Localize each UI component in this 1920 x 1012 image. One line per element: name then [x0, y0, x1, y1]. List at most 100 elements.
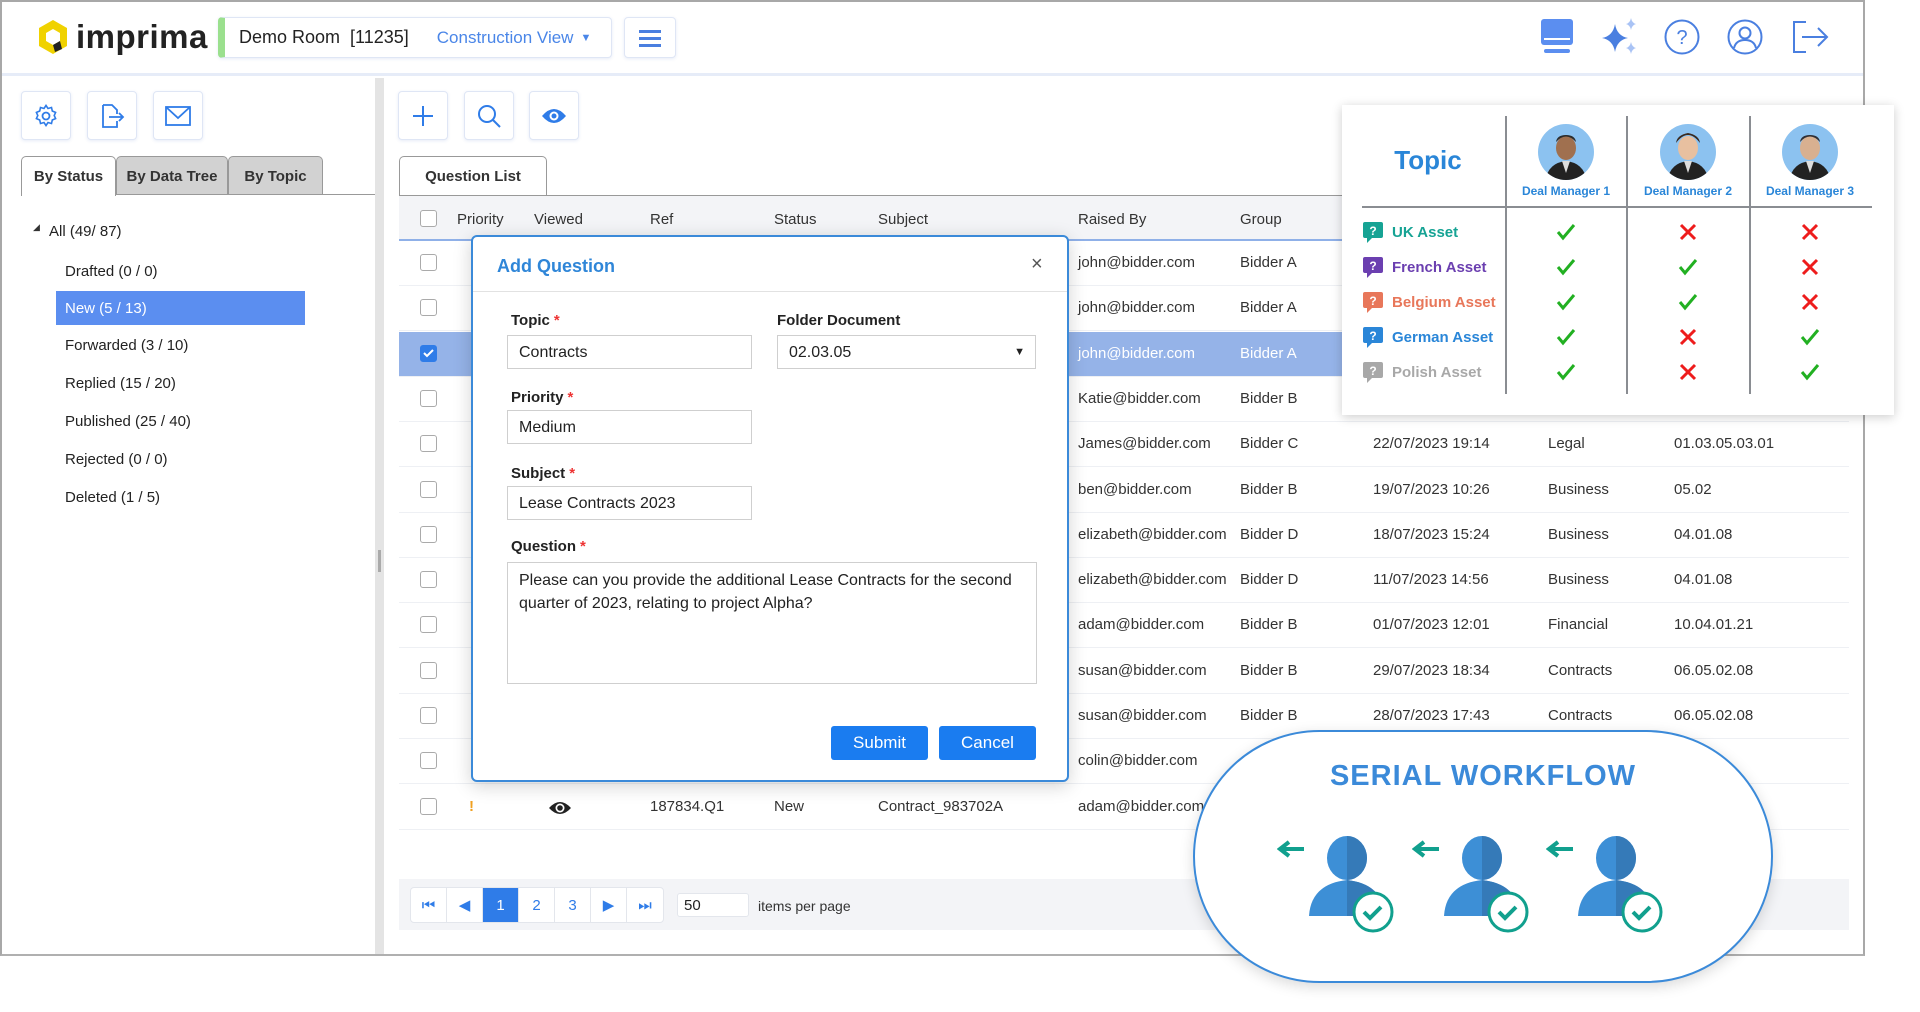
row-checkbox[interactable]: [420, 616, 437, 634]
room-selector[interactable]: Demo Room [11235] Construction View ▼: [218, 17, 612, 58]
settings-button[interactable]: [21, 91, 71, 140]
panel-splitter[interactable]: [375, 78, 384, 954]
submit-button[interactable]: Submit: [831, 726, 928, 760]
user-icon[interactable]: [1727, 19, 1763, 55]
view-selector[interactable]: Construction View: [437, 28, 574, 48]
deal-manager-avatar: [1782, 124, 1838, 180]
cell-raised-by: James@bidder.com: [1078, 435, 1211, 453]
cell-group: Bidder C: [1240, 435, 1299, 453]
cell-group: Bidder B: [1240, 616, 1298, 634]
row-checkbox[interactable]: [420, 797, 437, 815]
last-page-button[interactable]: ⏭: [627, 888, 663, 922]
cross-icon: [1674, 323, 1702, 351]
question-bubble-icon: ?: [1363, 327, 1383, 348]
row-checkbox[interactable]: [420, 299, 437, 317]
subject-input[interactable]: Lease Contracts 2023: [507, 486, 752, 520]
cell-date: 22/07/2023 19:14: [1373, 435, 1490, 453]
topic-input[interactable]: Contracts: [507, 335, 752, 369]
row-checkbox[interactable]: [420, 525, 437, 543]
row-checkbox[interactable]: [420, 480, 437, 498]
priority-input[interactable]: Medium: [507, 410, 752, 444]
tree-root-all[interactable]: All (49/ 87): [49, 214, 122, 248]
search-button[interactable]: [464, 91, 514, 140]
plus-icon: [413, 105, 433, 126]
per-page-input[interactable]: 50: [677, 893, 749, 917]
sparkle-icon[interactable]: [1600, 16, 1640, 56]
cell-group: Bidder B: [1240, 480, 1298, 498]
tree-item-new[interactable]: New (5 / 13): [65, 291, 147, 325]
view-button[interactable]: [529, 91, 579, 140]
first-page-button[interactable]: ⏮: [411, 888, 447, 922]
row-checkbox[interactable]: [420, 435, 437, 453]
tab-label: By Topic: [244, 167, 307, 185]
folder-document-label: Folder Document: [777, 312, 901, 329]
tree-item-drafted[interactable]: Drafted (0 / 0): [65, 254, 158, 288]
tree-item-published[interactable]: Published (25 / 40): [65, 404, 191, 438]
topic-label: Topic *: [511, 312, 560, 329]
tree-item-forwarded[interactable]: Forwarded (3 / 10): [65, 328, 188, 362]
monitor-icon[interactable]: [1540, 18, 1574, 56]
splitter-handle[interactable]: [378, 550, 381, 572]
person-approved-icon: [1578, 836, 1663, 933]
next-page-button[interactable]: ▶: [591, 888, 627, 922]
cell-raised-by: john@bidder.com: [1078, 254, 1195, 271]
check-icon: [1674, 253, 1702, 281]
deal-manager-avatar: [1538, 124, 1594, 180]
logout-icon[interactable]: [1792, 20, 1830, 54]
row-checkbox[interactable]: [420, 254, 437, 271]
check-icon: [1552, 358, 1580, 386]
cell-subject: Contract_983702A: [878, 797, 1004, 815]
svg-text:?: ?: [1676, 27, 1687, 49]
page-1-button[interactable]: 1: [483, 888, 519, 922]
collapse-triangle-icon[interactable]: ◢: [33, 222, 40, 233]
matrix-divider: [1626, 116, 1628, 394]
page-2-button[interactable]: 2: [519, 888, 555, 922]
column-status[interactable]: Status: [774, 211, 817, 228]
svg-text:?: ?: [1369, 329, 1376, 343]
column-ref[interactable]: Ref: [650, 211, 673, 228]
select-all-checkbox[interactable]: [420, 210, 437, 227]
row-checkbox[interactable]: [420, 571, 437, 589]
close-icon[interactable]: ×: [1031, 253, 1043, 276]
deal-manager-name: Deal Manager 1: [1521, 184, 1611, 198]
cell-date: 29/07/2023 18:34: [1373, 661, 1490, 679]
page-3-button[interactable]: 3: [555, 888, 591, 922]
svg-text:?: ?: [1369, 294, 1376, 308]
row-checkbox[interactable]: [420, 752, 437, 770]
row-checkbox[interactable]: [420, 389, 437, 407]
column-group[interactable]: Group: [1240, 211, 1282, 228]
cancel-button[interactable]: Cancel: [939, 726, 1036, 760]
export-button[interactable]: [87, 91, 137, 140]
tab-by-topic[interactable]: By Topic: [228, 156, 323, 195]
prev-page-button[interactable]: ◀: [447, 888, 483, 922]
row-checkbox[interactable]: [420, 707, 437, 724]
tree-item-rejected[interactable]: Rejected (0 / 0): [65, 442, 168, 476]
column-raised-by[interactable]: Raised By: [1078, 211, 1146, 228]
check-icon: [1552, 323, 1580, 351]
email-button[interactable]: [153, 91, 203, 140]
row-checkbox[interactable]: [420, 344, 437, 362]
column-priority[interactable]: Priority: [457, 211, 504, 228]
cell-raised-by: ben@bidder.com: [1078, 480, 1192, 498]
tab-by-status[interactable]: By Status: [21, 156, 116, 196]
room-name: Demo Room: [239, 27, 341, 47]
column-subject[interactable]: Subject: [878, 211, 928, 228]
folder-document-select[interactable]: 02.03.05 ▼: [777, 335, 1036, 369]
menu-button[interactable]: [624, 17, 676, 58]
cross-icon: [1796, 218, 1824, 246]
cell-group: Bidder D: [1240, 525, 1299, 543]
cell-date: 18/07/2023 15:24: [1373, 525, 1490, 543]
tab-question-list[interactable]: Question List: [399, 156, 547, 196]
column-viewed[interactable]: Viewed: [534, 211, 583, 228]
help-icon[interactable]: ?: [1664, 19, 1700, 55]
question-textarea[interactable]: Please can you provide the additional Le…: [507, 562, 1037, 684]
topic-row: ? German Asset: [1362, 322, 1493, 352]
tree-item-deleted[interactable]: Deleted (1 / 5): [65, 480, 160, 514]
add-question-button[interactable]: [398, 91, 448, 140]
cross-icon: [1674, 218, 1702, 246]
logo-text: imprima: [76, 18, 208, 55]
cell-folder: 04.01.08: [1674, 525, 1733, 543]
tree-item-replied[interactable]: Replied (15 / 20): [65, 366, 176, 400]
row-checkbox[interactable]: [420, 661, 437, 679]
tab-by-data-tree[interactable]: By Data Tree: [116, 156, 228, 195]
